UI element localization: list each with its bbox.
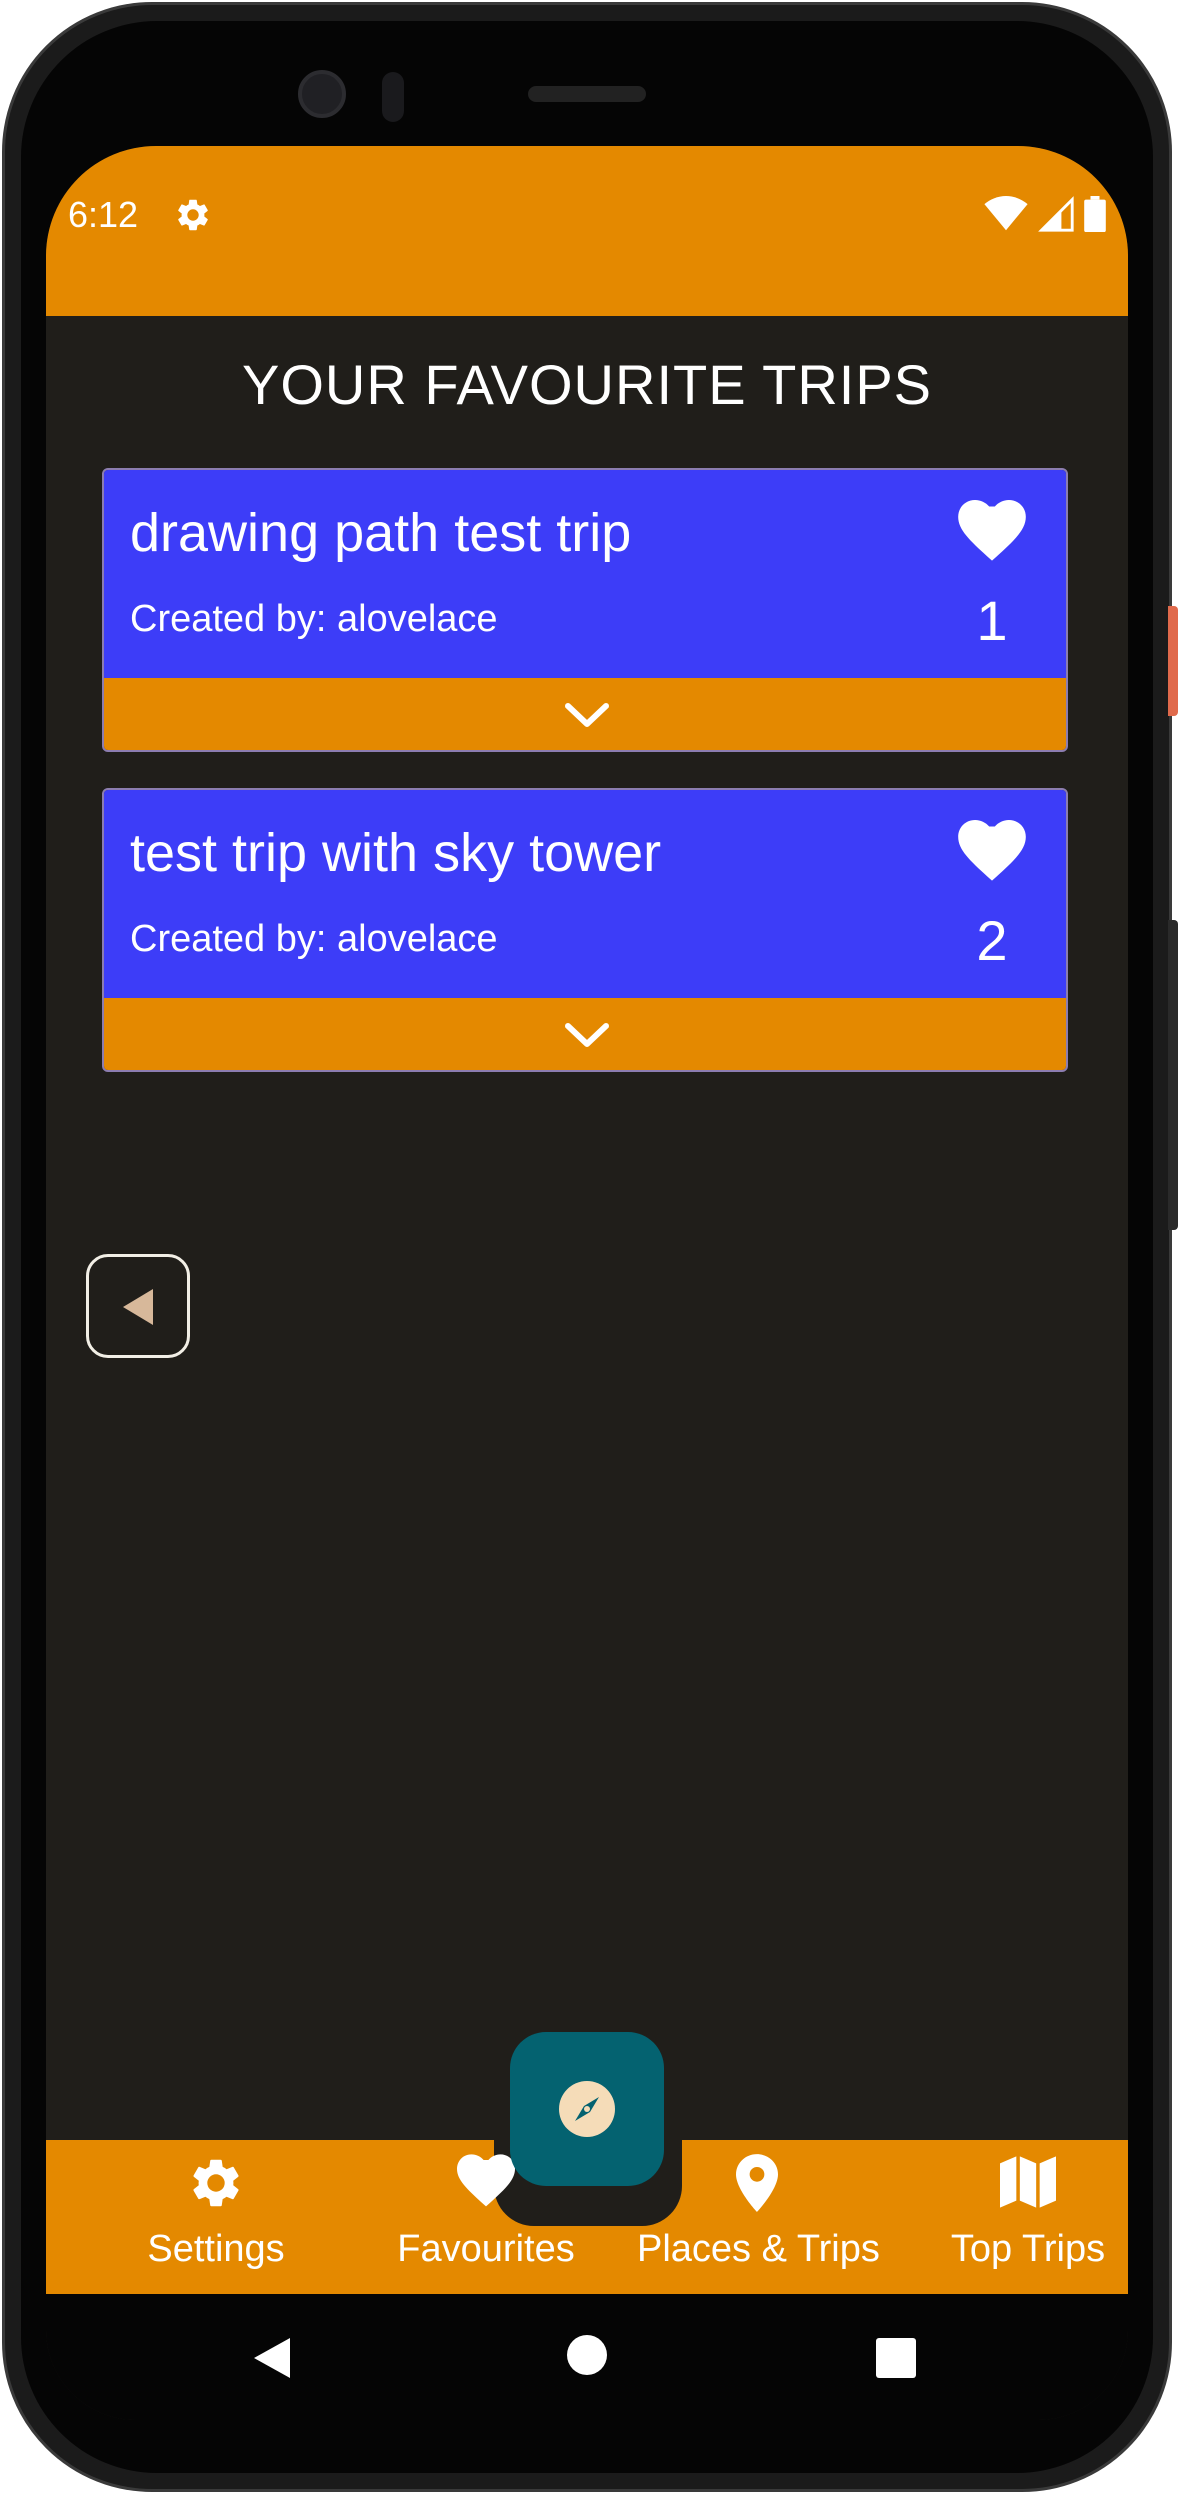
trip-creator: Created by: alovelace <box>130 918 498 960</box>
system-navigation-bar <box>46 2294 1128 2420</box>
triangle-left-icon <box>123 1289 153 1325</box>
trip-card-header[interactable]: test trip with sky tower Created by: alo… <box>104 790 1066 998</box>
nav-item-places-trips[interactable]: Places & Trips <box>637 2140 880 2294</box>
settings-icon <box>178 199 208 231</box>
trip-name: drawing path test trip <box>130 503 632 563</box>
nav-item-settings[interactable]: Settings <box>96 2140 336 2294</box>
trip-card[interactable]: drawing path test trip Created by: alove… <box>102 468 1068 752</box>
nav-item-top-trips[interactable]: Top Trips <box>908 2140 1128 2294</box>
status-icons <box>984 194 1106 234</box>
phone-frame: 6:12 YOUR FAVOURITE TRIPS drawing path t… <box>0 0 1178 2498</box>
heart-icon[interactable] <box>958 500 1026 562</box>
chevron-down-icon[interactable] <box>562 698 612 734</box>
volume-button <box>1168 606 1178 716</box>
compass-icon <box>559 2081 615 2137</box>
status-time: 6:12 <box>68 194 139 235</box>
back-button[interactable] <box>86 1254 190 1358</box>
wifi-icon <box>984 196 1028 231</box>
trip-name: test trip with sky tower <box>130 823 662 883</box>
app-screen: 6:12 YOUR FAVOURITE TRIPS drawing path t… <box>46 146 1128 2420</box>
map-icon <box>1000 2156 1056 2208</box>
map-pin-icon <box>736 2154 778 2212</box>
earpiece-speaker <box>528 86 646 102</box>
expand-bar[interactable] <box>104 678 1066 750</box>
chevron-down-icon[interactable] <box>562 1018 612 1054</box>
camera-sensor <box>382 72 404 122</box>
like-count: 2 <box>976 909 1008 972</box>
expand-bar[interactable] <box>104 998 1066 1070</box>
system-recents-icon[interactable] <box>876 2338 916 2378</box>
page-title: YOUR FAVOURITE TRIPS <box>241 353 933 416</box>
nav-label-top-trips: Top Trips <box>950 2228 1106 2270</box>
system-back-icon[interactable] <box>252 2336 292 2380</box>
front-camera <box>298 70 346 118</box>
nav-label-places-trips: Places & Trips <box>637 2228 880 2270</box>
system-home-icon[interactable] <box>566 2334 608 2376</box>
trip-creator: Created by: alovelace <box>130 598 498 640</box>
power-button <box>1168 920 1178 1230</box>
status-bar: 6:12 <box>46 146 1128 316</box>
nav-label-favourites: Favourites <box>397 2228 575 2270</box>
gear-icon <box>193 2159 239 2207</box>
trip-card[interactable]: test trip with sky tower Created by: alo… <box>102 788 1068 1072</box>
heart-icon <box>457 2154 515 2207</box>
nav-label-settings: Settings <box>147 2228 285 2270</box>
battery-icon <box>1084 196 1106 232</box>
like-count: 1 <box>976 589 1008 652</box>
heart-icon[interactable] <box>958 820 1026 882</box>
trip-card-header[interactable]: drawing path test trip Created by: alove… <box>104 470 1066 678</box>
cell-signal-icon <box>1038 196 1074 232</box>
explore-fab-button[interactable] <box>510 2032 664 2186</box>
